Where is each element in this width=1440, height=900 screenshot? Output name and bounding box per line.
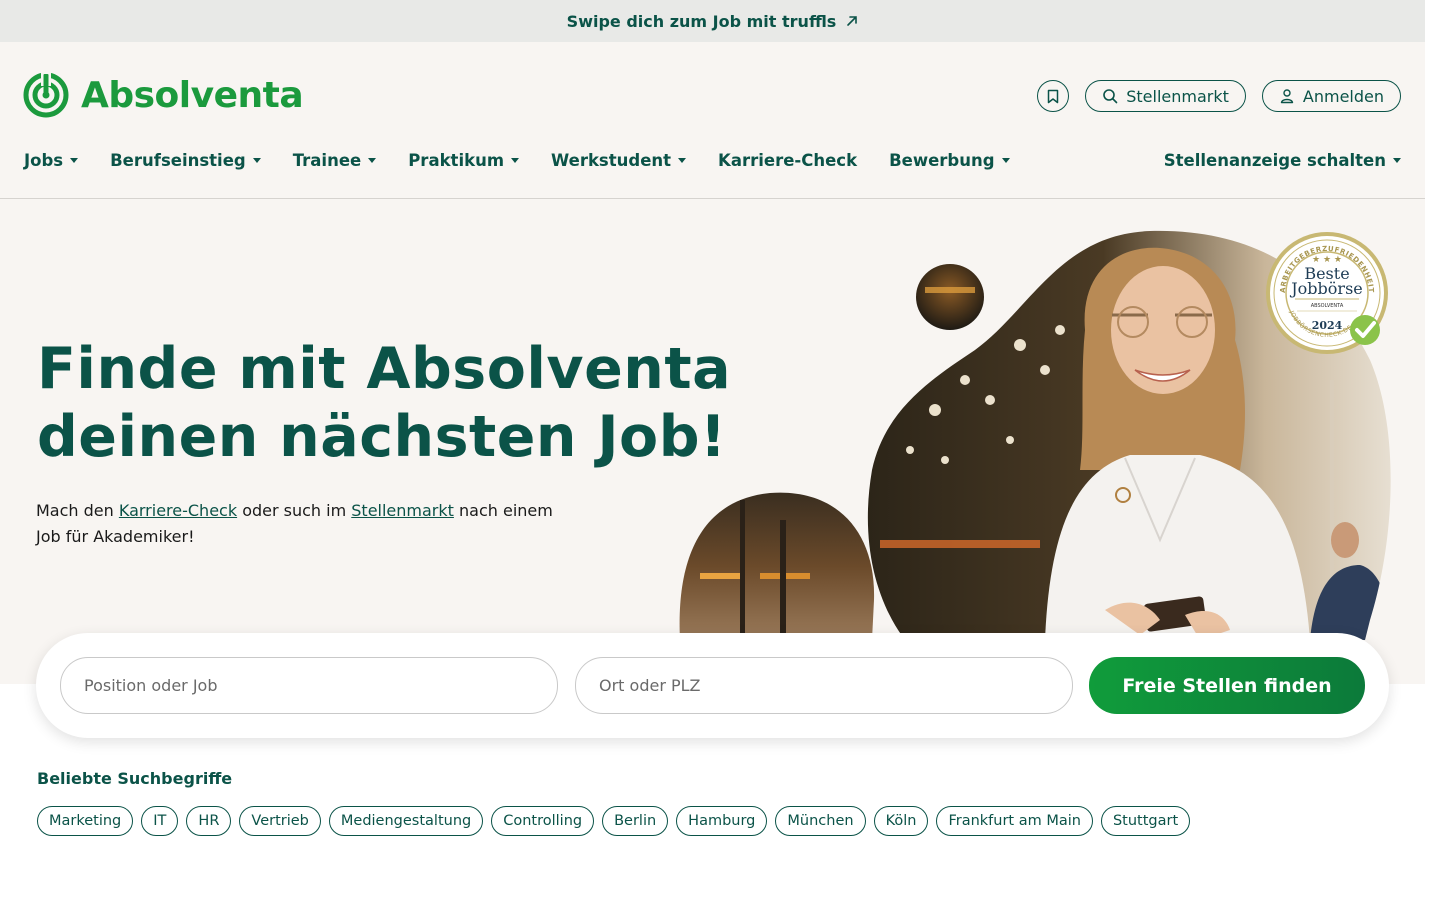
- nav-item-label: Praktikum: [408, 151, 505, 170]
- search-tag[interactable]: Marketing: [37, 806, 134, 836]
- nav-item-berufseinstieg[interactable]: Berufseinstieg: [110, 151, 261, 170]
- chevron-down-icon: [252, 158, 261, 163]
- search-tag[interactable]: Berlin: [602, 806, 669, 836]
- nav-item-jobs[interactable]: Jobs: [24, 151, 79, 170]
- hero-title-line1: Finde mit Absolventa: [37, 336, 732, 402]
- location-input[interactable]: [575, 657, 1073, 714]
- chevron-down-icon: [70, 158, 79, 163]
- bookmark-button[interactable]: [1037, 80, 1070, 112]
- arrow-up-right-icon: [847, 16, 858, 26]
- chevron-down-icon: [1393, 158, 1401, 163]
- search-icon: [1103, 89, 1118, 104]
- login-button[interactable]: Anmelden: [1261, 80, 1401, 112]
- hero-subtitle: Mach den Karriere-Check oder such im Ste…: [36, 498, 556, 550]
- hero-title: Finde mit Absolventa deinen nächsten Job…: [37, 335, 757, 471]
- search-tag[interactable]: Mediengestaltung: [328, 806, 484, 836]
- popular-searches-tags: Marketing IT HR Vertrieb Mediengestaltun…: [37, 806, 1191, 836]
- karriere-check-link[interactable]: Karriere-Check: [119, 501, 237, 520]
- jobmarket-button[interactable]: Stellenmarkt: [1085, 80, 1246, 112]
- logo-icon: [23, 72, 69, 118]
- hero-section: Finde mit Absolventa deinen nächsten Job…: [0, 199, 1425, 684]
- bookmark-icon: [1047, 89, 1059, 103]
- logo[interactable]: Absolventa: [23, 72, 304, 118]
- header-actions: Stellenmarkt Anmelden: [1037, 80, 1401, 112]
- nav-item-label: Karriere-Check: [718, 151, 858, 170]
- chevron-down-icon: [368, 158, 377, 163]
- brand-name: Absolventa: [81, 74, 304, 116]
- search-tag[interactable]: Frankfurt am Main: [936, 806, 1093, 836]
- stellenmarkt-link[interactable]: Stellenmarkt: [351, 501, 454, 520]
- main-nav: Jobs Berufseinstieg Trainee Praktikum We…: [24, 151, 1042, 170]
- position-input[interactable]: [60, 657, 558, 714]
- search-tag[interactable]: Köln: [873, 806, 929, 836]
- scrollbar[interactable]: [1425, 0, 1440, 900]
- nav-item-trainee[interactable]: Trainee: [293, 151, 377, 170]
- nav-item-stellenanzeige[interactable]: Stellenanzeige schalten: [1164, 151, 1401, 170]
- nav-item-label: Jobs: [24, 151, 64, 170]
- search-tag[interactable]: IT: [141, 806, 179, 836]
- nav-item-praktikum[interactable]: Praktikum: [408, 151, 520, 170]
- nav-item-werkstudent[interactable]: Werkstudent: [551, 151, 687, 170]
- login-label: Anmelden: [1302, 86, 1384, 106]
- nav-item-karriere-check[interactable]: Karriere-Check: [718, 151, 857, 170]
- badge-year: 2024: [1312, 319, 1343, 332]
- hero-sub-text: oder such im: [237, 501, 352, 520]
- hero-title-line2: deinen nächsten Job!: [37, 404, 727, 470]
- badge-brand: ABSOLVENTA: [1311, 303, 1344, 309]
- job-search-form: Freie Stellen finden: [36, 633, 1389, 738]
- popular-searches-title: Beliebte Suchbegriffe: [37, 769, 233, 788]
- chevron-down-icon: [678, 158, 687, 163]
- nav-item-label: Stellenanzeige schalten: [1163, 151, 1386, 170]
- search-tag[interactable]: HR: [186, 806, 232, 836]
- site-header: Absolventa Stellenmarkt Anmelden Jobs Be…: [0, 42, 1425, 199]
- user-icon: [1280, 89, 1294, 104]
- badge-line2: Jobbörse: [1289, 279, 1363, 298]
- nav-item-label: Werkstudent: [551, 151, 672, 170]
- nav-item-label: Bewerbung: [889, 151, 995, 170]
- hero-sub-text: Mach den: [36, 501, 119, 520]
- promo-banner-text[interactable]: Swipe dich zum Job mit truffls: [567, 12, 837, 31]
- search-tag[interactable]: Stuttgart: [1100, 806, 1191, 836]
- page: Swipe dich zum Job mit truffls Absolvent…: [0, 0, 1425, 900]
- search-tag[interactable]: Hamburg: [676, 806, 768, 836]
- chevron-down-icon: [511, 158, 520, 163]
- award-badge: ARBEITGEBERZUFRIEDENHEIT ★ ★ ★ Beste Job…: [1265, 231, 1389, 355]
- nav-item-bewerbung[interactable]: Bewerbung: [889, 151, 1010, 170]
- find-jobs-button[interactable]: Freie Stellen finden: [1089, 657, 1365, 714]
- award-seal-icon: ARBEITGEBERZUFRIEDENHEIT ★ ★ ★ Beste Job…: [1266, 232, 1388, 354]
- chevron-down-icon: [1001, 158, 1010, 163]
- jobmarket-label: Stellenmarkt: [1126, 86, 1229, 106]
- search-tag[interactable]: München: [775, 806, 866, 836]
- nav-item-label: Berufseinstieg: [110, 151, 246, 170]
- promo-banner[interactable]: Swipe dich zum Job mit truffls: [0, 0, 1425, 42]
- search-tag[interactable]: Vertrieb: [239, 806, 321, 836]
- search-tag[interactable]: Controlling: [491, 806, 595, 836]
- nav-item-label: Trainee: [292, 151, 362, 170]
